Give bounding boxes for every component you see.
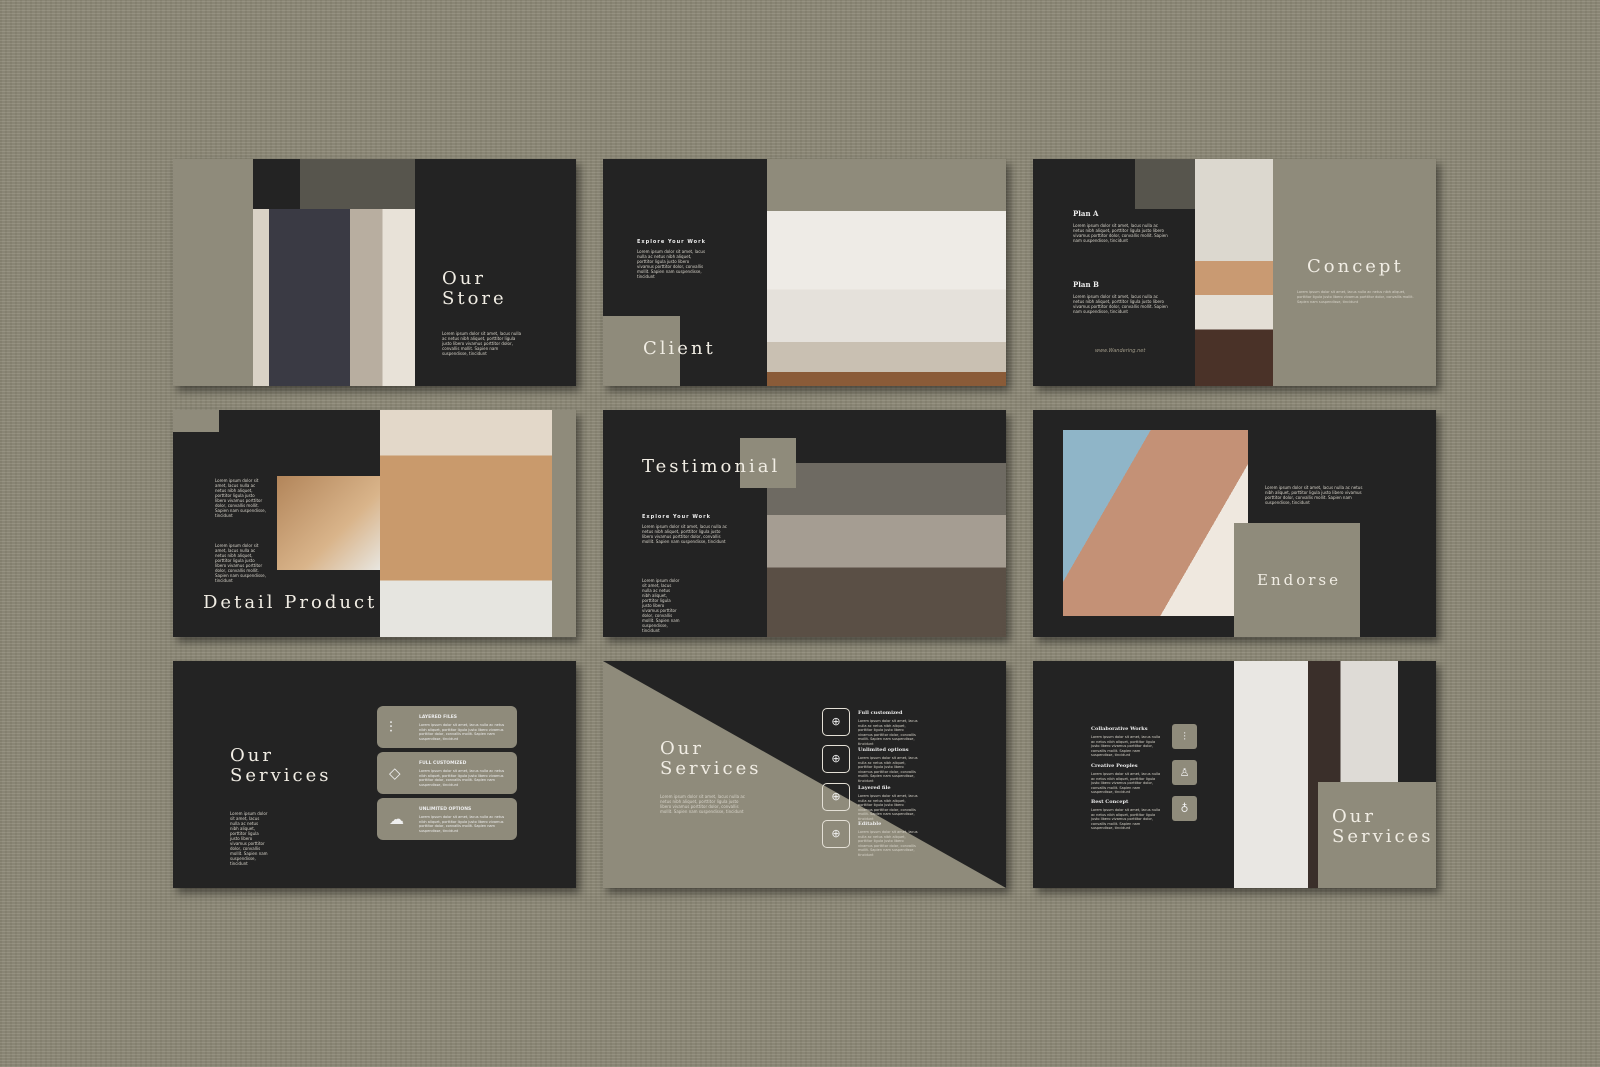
arrow-circle-icon[interactable]: ⊕ bbox=[822, 820, 850, 848]
sliders-icon: ⫶ bbox=[1172, 724, 1197, 749]
body-text: Lorem ipsum dolor sit amet, lacus nulla … bbox=[1073, 223, 1168, 243]
office-photo bbox=[767, 211, 1006, 386]
item-text: Lorem ipsum dolor sit amet, lacus nulla … bbox=[858, 719, 918, 746]
body-text: Lorem ipsum dolor sit amet, lacus nulla … bbox=[637, 249, 706, 279]
card-text: Lorem ipsum dolor sit amet, lacus nulla … bbox=[419, 769, 505, 787]
model-photo bbox=[380, 410, 552, 637]
slide-detail-product[interactable]: Lorem ipsum dolor sit amet, lacus nulla … bbox=[173, 410, 576, 637]
item-text: Lorem ipsum dolor sit amet, lacus nulla … bbox=[1091, 772, 1161, 794]
slide-title: Testimonial bbox=[642, 456, 781, 477]
website-link[interactable]: www.Wandering.net bbox=[1095, 349, 1145, 354]
slide-title: Our Store bbox=[442, 268, 507, 309]
card-text: Lorem ipsum dolor sit amet, lacus nulla … bbox=[419, 815, 505, 833]
accent-block bbox=[767, 159, 1006, 211]
item-text: Lorem ipsum dolor sit amet, lacus nulla … bbox=[858, 830, 918, 857]
plan-a-heading: Plan A bbox=[1073, 209, 1099, 218]
handbag-photo bbox=[1195, 159, 1273, 386]
slide-client[interactable]: Explore Your Work Lorem ipsum dolor sit … bbox=[603, 159, 1006, 386]
card-title: LAYERED FILES bbox=[419, 715, 458, 720]
slide-title: Detail Product bbox=[203, 592, 378, 613]
plan-b-heading: Plan B bbox=[1073, 280, 1099, 289]
item-title: Layered file bbox=[858, 785, 891, 791]
section-heading: Explore Your Work bbox=[642, 514, 711, 520]
item-text: Lorem ipsum dolor sit amet, lacus nulla … bbox=[1091, 735, 1161, 757]
item-text: Lorem ipsum dolor sit amet, lacus nulla … bbox=[1091, 808, 1161, 830]
slide-endorse[interactable]: Lorem ipsum dolor sit amet, lacus nulla … bbox=[1033, 410, 1436, 637]
service-card[interactable]: ⫶ LAYERED FILES Lorem ipsum dolor sit amet… bbox=[377, 706, 517, 748]
item-text: Lorem ipsum dolor sit amet, lacus nulla … bbox=[858, 756, 918, 783]
model-sunglasses-photo bbox=[1063, 430, 1248, 616]
item-title: Collaborative Works bbox=[1091, 726, 1148, 732]
slide-our-services-photo[interactable]: Our Services Collaborative Works Lorem i… bbox=[1033, 661, 1436, 888]
body-text: Lorem ipsum dolor sit amet, lacus nulla … bbox=[660, 794, 745, 814]
slide-title: Concept bbox=[1307, 256, 1404, 277]
body-text: Lorem ipsum dolor sit amet, lacus nulla … bbox=[215, 543, 266, 583]
sliders-icon: ⫶ bbox=[389, 718, 393, 736]
product-detail-photo bbox=[277, 476, 380, 570]
slide-our-services-cards[interactable]: Our Services Lorem ipsum dolor sit amet,… bbox=[173, 661, 576, 888]
arrow-circle-icon[interactable]: ⊕ bbox=[822, 708, 850, 736]
item-text: Lorem ipsum dolor sit amet, lacus nulla … bbox=[858, 794, 918, 821]
card-text: Lorem ipsum dolor sit amet, lacus nulla … bbox=[419, 723, 505, 741]
card-title: FULL CUSTOMIZED bbox=[419, 761, 467, 766]
item-title: Best Concept bbox=[1091, 799, 1129, 805]
accent-block bbox=[173, 159, 253, 386]
slide-testimonial[interactable]: Testimonial Explore Your Work Lorem ipsu… bbox=[603, 410, 1006, 637]
slide-title: Client bbox=[643, 338, 716, 359]
body-text: Lorem ipsum dolor sit amet, lacus nulla … bbox=[642, 524, 727, 544]
slide-title: Our Services bbox=[1332, 806, 1434, 847]
service-card[interactable]: ◇ FULL CUSTOMIZED Lorem ipsum dolor sit am… bbox=[377, 752, 517, 794]
user-icon: ♙ bbox=[1172, 760, 1197, 785]
slide-title: Our Services bbox=[230, 745, 332, 786]
lightbulb-icon: ♁ bbox=[1172, 796, 1197, 821]
item-title: Editable bbox=[858, 821, 882, 827]
accent-block bbox=[300, 159, 415, 209]
item-title: Unlimited options bbox=[858, 747, 909, 753]
arrow-circle-icon[interactable]: ⊕ bbox=[822, 745, 850, 773]
body-text: Lorem ipsum dolor sit amet, lacus nulla … bbox=[1297, 290, 1414, 304]
card-title: UNLIMITED OPTIONS bbox=[419, 807, 472, 812]
service-card[interactable]: ☁ UNLIMITED OPTIONS Lorem ipsum dolor sit … bbox=[377, 798, 517, 840]
store-photo bbox=[253, 209, 415, 386]
body-text: Lorem ipsum dolor sit amet, lacus nulla … bbox=[215, 478, 266, 518]
slide-concept[interactable]: Plan A Lorem ipsum dolor sit amet, lacus… bbox=[1033, 159, 1436, 386]
warehouse-photo bbox=[767, 463, 1006, 637]
accent-block bbox=[552, 410, 576, 637]
body-text: Lorem ipsum dolor sit amet, lacus nulla … bbox=[642, 578, 680, 633]
section-heading: Explore Your Work bbox=[637, 239, 706, 245]
item-title: Creative Peoples bbox=[1091, 763, 1138, 769]
slide-our-services-diagonal[interactable]: Our Services Lorem ipsum dolor sit amet,… bbox=[603, 661, 1006, 888]
accent-block bbox=[173, 410, 219, 432]
body-text: Lorem ipsum dolor sit amet, lacus nulla … bbox=[1265, 485, 1363, 505]
body-text: Lorem ipsum dolor sit amet, lacus nulla … bbox=[442, 331, 522, 356]
accent-block bbox=[1135, 159, 1195, 209]
arrow-circle-icon[interactable]: ⊕ bbox=[822, 783, 850, 811]
body-text: Lorem ipsum dolor sit amet, lacus nulla … bbox=[1073, 294, 1168, 314]
body-text: Lorem ipsum dolor sit amet, lacus nulla … bbox=[230, 811, 268, 866]
cloud-icon: ☁ bbox=[389, 810, 404, 828]
slide-title: Our Services bbox=[660, 738, 762, 779]
slide-title: Endorse bbox=[1257, 571, 1341, 589]
item-title: Full customized bbox=[858, 710, 903, 716]
slide-our-store[interactable]: Our Store Lorem ipsum dolor sit amet, la… bbox=[173, 159, 576, 386]
tag-icon: ◇ bbox=[389, 764, 401, 782]
